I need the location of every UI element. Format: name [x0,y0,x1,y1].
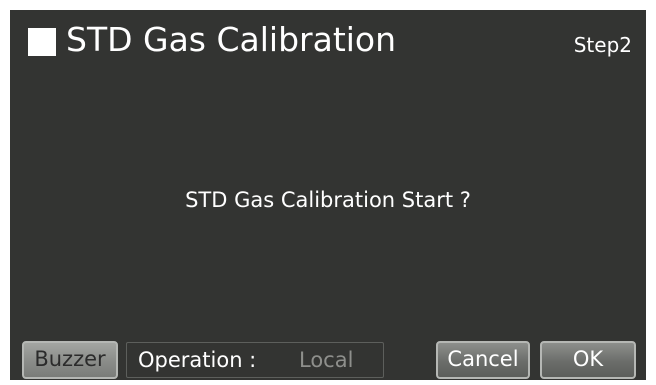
bottom-bar: Buzzer Operation : Local Cancel OK [10,340,646,380]
operation-label: Operation : [138,348,257,372]
step-indicator: Step2 [573,33,632,57]
title-bar: STD Gas Calibration Step2 [10,10,646,70]
ok-button[interactable]: OK [540,341,636,379]
calibration-screen: STD Gas Calibration Step2 STD Gas Calibr… [10,10,646,380]
operation-value: Local [299,348,354,372]
operation-status: Operation : Local [126,342,384,378]
page-title: STD Gas Calibration [66,20,397,59]
confirmation-message: STD Gas Calibration Start ? [185,188,471,212]
cancel-button[interactable]: Cancel [436,341,530,379]
buzzer-button[interactable]: Buzzer [22,341,118,379]
title-marker-square [28,28,56,56]
